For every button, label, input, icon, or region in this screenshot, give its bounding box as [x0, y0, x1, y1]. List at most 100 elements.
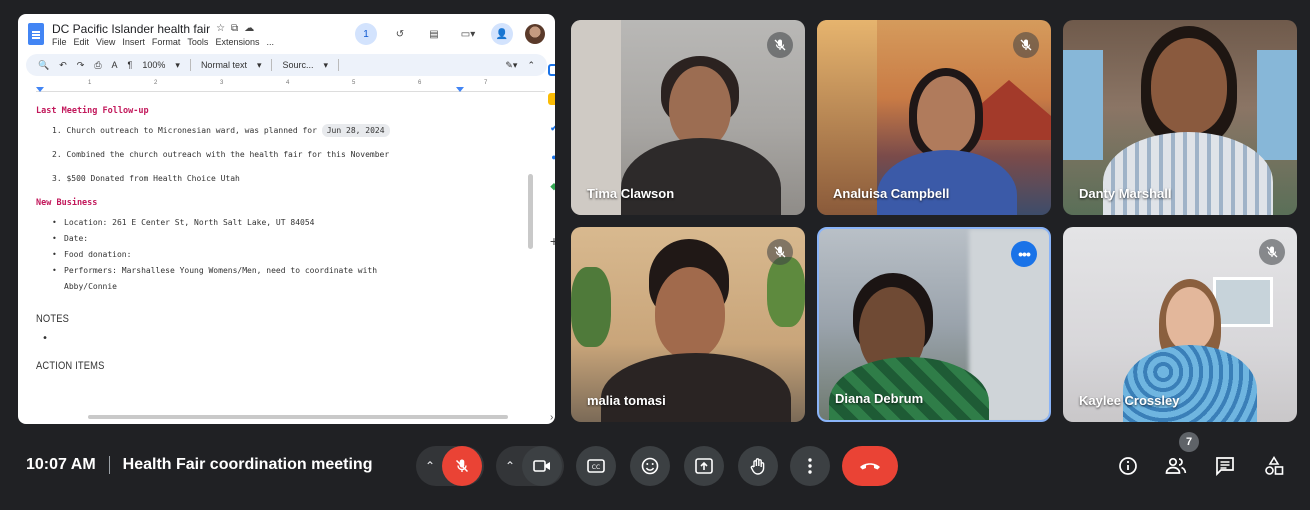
side-panel-icons: ✔ ● ◆ + [543, 64, 555, 249]
raise-hand-icon [750, 458, 765, 475]
ruler-mark: 1 [88, 80, 92, 86]
edit-mode-icon[interactable]: ✎▾ [505, 60, 517, 71]
add-addon-icon[interactable]: + [548, 233, 555, 249]
heading-followup: Last Meeting Follow-up [36, 106, 149, 116]
more-options-button[interactable] [790, 446, 830, 486]
paint-format-icon[interactable]: ¶ [128, 60, 133, 70]
list-item: Performers: Marshallese Young Womens/Men… [52, 266, 516, 291]
collaborator-icon[interactable]: 1 [355, 23, 377, 45]
calendar-icon[interactable] [548, 64, 555, 76]
doc-content[interactable]: Last Meeting Follow-up 1. Church outreac… [36, 106, 516, 372]
shared-doc-panel: DC Pacific Islander health fair ☆ ⧉ ☁ Fi… [18, 14, 555, 424]
chevron-up-icon[interactable]: ⌃ [498, 446, 522, 486]
redo-icon[interactable]: ↷ [77, 60, 85, 71]
list-item: 2. Combined the church outreach with the… [52, 150, 390, 159]
comments-icon[interactable]: ▤ [423, 23, 445, 45]
mic-off-icon [1259, 239, 1285, 265]
more-options-icon[interactable]: ••• [1011, 241, 1037, 267]
chevron-right-icon[interactable]: › [550, 412, 553, 423]
new-business-list: Location: 261 E Center St, North Salt La… [52, 218, 516, 291]
menu-view[interactable]: View [96, 37, 115, 47]
history-icon[interactable]: ↺ [389, 23, 411, 45]
account-avatar[interactable] [525, 24, 545, 44]
date-chip[interactable]: Jun 28, 2024 [321, 124, 390, 137]
list-item: Date: [52, 234, 516, 243]
ruler-mark: 2 [154, 80, 158, 86]
participant-tile[interactable]: Kaylee Crossley [1063, 227, 1297, 422]
meeting-details-button[interactable] [1116, 454, 1140, 478]
svg-text:CC: CC [592, 464, 600, 471]
zoom-select[interactable]: 100% [142, 60, 165, 70]
style-select[interactable]: Normal text [201, 60, 247, 70]
menu-more[interactable]: ... [266, 37, 274, 47]
collapse-toolbar-icon[interactable]: ⌃ [527, 60, 535, 71]
search-menus-icon[interactable]: 🔍 [38, 60, 49, 71]
camera-toggle-button[interactable] [522, 446, 562, 486]
undo-icon[interactable]: ↶ [59, 60, 67, 71]
right-indent-marker[interactable] [456, 87, 464, 92]
cloud-status-icon[interactable]: ☁ [244, 23, 254, 34]
docs-logo-icon[interactable] [28, 23, 44, 45]
ruler-mark: 6 [418, 80, 422, 86]
present-button[interactable] [684, 446, 724, 486]
meeting-time: 10:07 AM [26, 456, 96, 473]
ruler-mark: 5 [352, 80, 356, 86]
print-icon[interactable]: ⎙ [94, 60, 101, 71]
keep-icon[interactable] [548, 93, 555, 105]
menu-edit[interactable]: Edit [74, 37, 90, 47]
participant-tile-active[interactable]: ••• Diana Debrum [817, 227, 1051, 422]
indent-marker[interactable] [36, 87, 44, 92]
participant-tile[interactable]: Tima Clawson [571, 20, 805, 215]
meet-present-icon[interactable]: ▭▾ [457, 23, 479, 45]
captions-icon: CC [587, 459, 605, 473]
empty-bullet: • [42, 333, 49, 344]
camera-control-group: ⌃ [496, 446, 564, 486]
chat-button[interactable] [1213, 454, 1237, 478]
menu-tools[interactable]: Tools [187, 37, 208, 47]
activities-icon [1265, 456, 1284, 475]
leave-call-button[interactable] [842, 446, 898, 486]
meeting-title: Health Fair coordination meeting [122, 456, 373, 473]
raise-hand-button[interactable] [738, 446, 778, 486]
mic-off-icon [455, 459, 469, 473]
chevron-down-icon: ▾ [175, 59, 180, 70]
contacts-icon[interactable]: ● [548, 151, 555, 163]
list-item: Food donation: [52, 250, 516, 259]
menu-extensions[interactable]: Extensions [215, 37, 259, 47]
people-button[interactable] [1164, 454, 1188, 478]
info-divider [108, 456, 110, 474]
share-icon[interactable]: 👤 [491, 23, 513, 45]
toolbar-divider [271, 59, 273, 71]
star-icon[interactable]: ☆ [216, 23, 225, 34]
participant-tile[interactable]: Danty Marshall [1063, 20, 1297, 215]
maps-icon[interactable]: ◆ [548, 180, 555, 192]
chevron-down-icon: ▾ [323, 59, 329, 70]
end-call-icon [860, 463, 880, 470]
tasks-icon[interactable]: ✔ [548, 122, 555, 134]
spellcheck-icon[interactable]: A [112, 60, 118, 70]
meeting-info: 10:07 AM Health Fair coordination meetin… [26, 456, 372, 474]
move-folder-icon[interactable]: ⧉ [231, 23, 238, 34]
participant-tile[interactable]: Analuisa Campbell [817, 20, 1051, 215]
participant-tile[interactable]: malia tomasi [571, 227, 805, 422]
menu-insert[interactable]: Insert [122, 37, 145, 47]
meet-window: DC Pacific Islander health fair ☆ ⧉ ☁ Fi… [0, 0, 1310, 510]
mic-off-icon [767, 32, 793, 58]
mic-control-group: ⌃ [416, 446, 484, 486]
participant-name: malia tomasi [587, 393, 666, 408]
horizontal-scrollbar[interactable] [88, 415, 508, 419]
font-select[interactable]: Sourc... [282, 60, 313, 70]
reactions-button[interactable] [630, 446, 670, 486]
doc-title[interactable]: DC Pacific Islander health fair [52, 22, 210, 36]
participant-count-badge: 7 [1179, 432, 1199, 452]
chevron-up-icon[interactable]: ⌃ [418, 446, 442, 486]
captions-button[interactable]: CC [576, 446, 616, 486]
activities-button[interactable] [1262, 454, 1286, 478]
menu-format[interactable]: Format [152, 37, 181, 47]
chat-icon [1216, 457, 1234, 476]
mic-toggle-button[interactable] [442, 446, 482, 486]
toolbar-divider [189, 59, 191, 71]
vertical-scrollbar[interactable] [528, 174, 533, 249]
ruler[interactable]: 1 2 3 4 5 6 7 [36, 80, 545, 92]
menu-file[interactable]: File [52, 37, 67, 47]
